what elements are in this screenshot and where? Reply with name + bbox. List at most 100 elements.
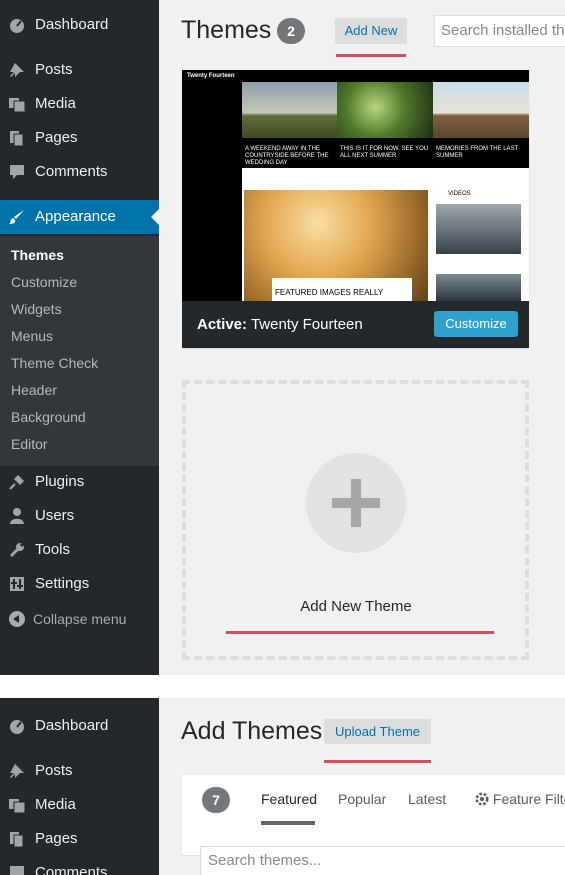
comment-icon bbox=[10, 866, 24, 875]
wrench-icon bbox=[9, 543, 24, 558]
themes-screen: Dashboard Posts Media Pages Comments App… bbox=[0, 0, 565, 675]
collapse-menu-button[interactable]: Collapse menu bbox=[0, 606, 159, 632]
pin-icon bbox=[10, 63, 24, 77]
active-theme-name: Twenty Fourteen bbox=[250, 316, 363, 333]
menu-plugins-label: Plugins bbox=[35, 473, 85, 490]
plus-icon bbox=[306, 453, 406, 553]
screenshot-photo-pier bbox=[433, 82, 529, 138]
upload-theme-button[interactable]: Upload Theme bbox=[324, 719, 431, 744]
menu-users-label: Users bbox=[35, 507, 75, 524]
menu-media[interactable]: Media bbox=[0, 87, 159, 121]
active-tab-underline bbox=[261, 821, 315, 825]
active-theme-label: Active: Twenty Fourteen bbox=[197, 316, 363, 333]
add-themes-title: Add Themes bbox=[181, 717, 323, 745]
menu-plugins[interactable]: Plugins bbox=[0, 465, 159, 499]
menu-comments-label-2: Comments bbox=[35, 864, 108, 875]
dashboard-icon bbox=[10, 720, 24, 734]
customize-button[interactable]: Customize bbox=[434, 311, 518, 337]
submenu-customize[interactable]: Customize bbox=[11, 274, 77, 290]
submenu-widgets[interactable]: Widgets bbox=[11, 301, 62, 317]
collapse-arrow-icon bbox=[9, 611, 25, 627]
gear-icon bbox=[475, 792, 489, 806]
screenshot-photo-field bbox=[242, 82, 337, 138]
menu-media-label: Media bbox=[35, 95, 76, 112]
menu-settings-label: Settings bbox=[35, 575, 90, 592]
comment-icon bbox=[10, 165, 24, 179]
menu-posts[interactable]: Posts bbox=[0, 53, 159, 87]
active-theme-bar: Active: Twenty Fourteen Customize bbox=[182, 301, 529, 348]
menu-tools[interactable]: Tools bbox=[0, 533, 159, 567]
theme-count-badge: 2 bbox=[277, 18, 305, 44]
theme-results-count: 7 bbox=[202, 787, 230, 813]
add-theme-highlight-underline bbox=[226, 631, 494, 634]
menu-media-2[interactable]: Media bbox=[0, 788, 159, 822]
settings-icon bbox=[10, 577, 24, 591]
menu-settings[interactable]: Settings bbox=[0, 567, 159, 601]
user-icon bbox=[10, 508, 24, 524]
highlight-underline bbox=[336, 54, 406, 57]
menu-users[interactable]: Users bbox=[0, 499, 159, 533]
screenshot-videos-label: VIDEOS bbox=[448, 191, 471, 197]
screenshot-video-thumb-1 bbox=[436, 204, 521, 254]
page-title: Themes bbox=[181, 16, 272, 44]
brush-icon bbox=[9, 210, 24, 224]
upload-highlight-underline bbox=[324, 760, 431, 763]
pages-icon bbox=[10, 832, 24, 847]
menu-posts-2[interactable]: Posts bbox=[0, 754, 159, 788]
menu-media-label-2: Media bbox=[35, 796, 76, 813]
add-new-theme-card[interactable]: Add New Theme bbox=[182, 380, 529, 660]
menu-pages-2[interactable]: Pages bbox=[0, 822, 159, 856]
add-new-button[interactable]: Add New bbox=[335, 18, 407, 44]
screenshot-sidebar bbox=[182, 70, 242, 301]
add-new-theme-label: Add New Theme bbox=[300, 598, 412, 615]
screenshot-caption-2: THIS IS IT FOR NOW. SEE YOU ALL NEXT SUM… bbox=[340, 146, 429, 159]
tab-feature-filter[interactable]: Feature Filter bbox=[475, 791, 565, 807]
tab-latest[interactable]: Latest bbox=[408, 791, 446, 807]
menu-dashboard-2[interactable]: Dashboard bbox=[0, 709, 159, 743]
collapse-menu-label: Collapse menu bbox=[33, 611, 127, 627]
search-installed-themes-input[interactable]: Search installed themes... bbox=[434, 15, 565, 47]
screenshot-featured-text: FEATURED IMAGES REALLY bbox=[275, 288, 384, 297]
menu-appearance-label: Appearance bbox=[35, 208, 116, 225]
menu-pages-label: Pages bbox=[35, 129, 78, 146]
appearance-submenu: Themes Customize Widgets Menus Theme Che… bbox=[0, 236, 159, 466]
menu-posts-label: Posts bbox=[35, 61, 73, 78]
admin-sidebar-2: Dashboard Posts Media Pages Comments bbox=[0, 698, 159, 875]
submenu-menus[interactable]: Menus bbox=[11, 328, 53, 344]
submenu-background[interactable]: Background bbox=[11, 409, 86, 425]
media-icon bbox=[9, 98, 25, 112]
tab-popular[interactable]: Popular bbox=[338, 791, 386, 807]
screenshot-photo-grass bbox=[337, 82, 433, 138]
menu-comments-2[interactable]: Comments bbox=[0, 856, 159, 875]
plus-icon-horizontal bbox=[332, 498, 380, 508]
tab-feature-filter-label: Feature Filter bbox=[492, 791, 565, 807]
screenshot-site-title: Twenty Fourteen bbox=[187, 73, 235, 79]
pages-icon bbox=[10, 131, 24, 146]
screenshot-caption-3: MEMORIES FROM THE LAST SUMMER bbox=[436, 146, 519, 159]
theme-filter-bar: 7 Featured Popular Latest Feature Filter bbox=[182, 775, 565, 855]
theme-screenshot: Twenty Fourteen A WEEKEND AWAY IN THE CO… bbox=[182, 70, 529, 301]
screenshot-nav-bar bbox=[242, 70, 529, 82]
menu-dashboard-label-2: Dashboard bbox=[35, 717, 109, 734]
submenu-themes[interactable]: Themes bbox=[11, 247, 64, 263]
active-theme-card[interactable]: Twenty Fourteen A WEEKEND AWAY IN THE CO… bbox=[182, 70, 529, 348]
menu-tools-label: Tools bbox=[35, 541, 71, 558]
menu-comments-label: Comments bbox=[35, 163, 108, 180]
admin-sidebar: Dashboard Posts Media Pages Comments App… bbox=[0, 0, 159, 675]
menu-comments[interactable]: Comments bbox=[0, 155, 159, 189]
submenu-header[interactable]: Header bbox=[11, 382, 57, 398]
pin-icon bbox=[10, 764, 24, 778]
screenshot-video-thumb-2 bbox=[436, 274, 521, 301]
menu-appearance[interactable]: Appearance bbox=[0, 200, 159, 234]
submenu-theme-check[interactable]: Theme Check bbox=[11, 355, 98, 371]
submenu-editor[interactable]: Editor bbox=[11, 436, 48, 452]
menu-pages[interactable]: Pages bbox=[0, 121, 159, 155]
search-themes-input[interactable]: Search themes... bbox=[200, 846, 565, 875]
menu-posts-label-2: Posts bbox=[35, 762, 73, 779]
menu-pages-label-2: Pages bbox=[35, 830, 78, 847]
add-themes-screen: Dashboard Posts Media Pages Comments Add… bbox=[0, 698, 565, 875]
menu-dashboard-label: Dashboard bbox=[35, 16, 109, 33]
tab-featured[interactable]: Featured bbox=[261, 791, 317, 807]
dashboard-icon bbox=[10, 19, 24, 33]
menu-dashboard[interactable]: Dashboard bbox=[0, 8, 159, 42]
